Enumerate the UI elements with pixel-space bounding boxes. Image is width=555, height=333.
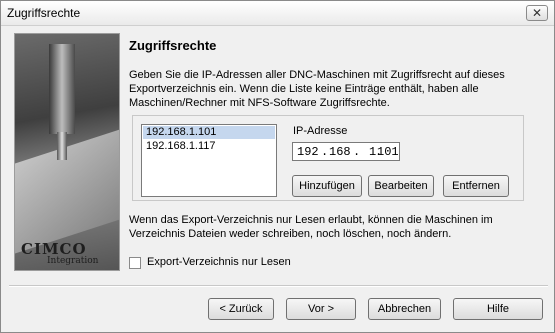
logo-sub-text: Integration [47, 256, 99, 266]
ip-octet-1[interactable]: 192 [297, 145, 319, 159]
ip-list-item[interactable]: 192.168.1.117 [143, 140, 275, 153]
note-line: Verzeichnis Dateien weder schreiben, noc… [129, 228, 452, 240]
note-line: Wenn das Export-Verzeichnis nur Lesen er… [129, 214, 493, 226]
window-title: Zugriffsrechte [7, 6, 81, 20]
wizard-side-image: CIMCO Integration [14, 33, 120, 271]
description-line: Exportverzeichnis ein. Wenn die Liste ke… [129, 83, 479, 95]
close-icon: ✕ [531, 6, 543, 20]
description-line: Maschinen/Rechner mit NFS-Software Zugri… [129, 97, 390, 109]
ip-address-field[interactable]: 192 . 168 . 1 . 101 [292, 142, 400, 161]
cancel-button[interactable]: Abbrechen [368, 298, 441, 320]
ip-list-item-selected[interactable]: 192.168.1.101 [143, 126, 275, 139]
cutting-tool-graphic [57, 132, 67, 160]
page-description: Geben Sie die IP-Adressen aller DNC-Masc… [129, 68, 529, 110]
help-button[interactable]: Hilfe [453, 298, 543, 320]
close-button[interactable]: ✕ [526, 5, 548, 21]
spindle-graphic [49, 44, 75, 134]
footer-divider [9, 285, 548, 287]
title-bar: Zugriffsrechte ✕ [1, 1, 554, 26]
next-button[interactable]: Vor > [286, 298, 356, 320]
cimco-logo: CIMCO Integration [21, 240, 113, 266]
description-line: Geben Sie die IP-Adressen aller DNC-Masc… [129, 69, 505, 81]
wizard-window: Zugriffsrechte ✕ CIMCO Integration Zugri… [0, 0, 555, 333]
ip-address-label: IP-Adresse [293, 125, 348, 137]
readonly-checkbox[interactable] [129, 257, 141, 269]
back-button[interactable]: < Zurück [208, 298, 274, 320]
edit-button[interactable]: Bearbeiten [368, 175, 434, 197]
ip-octet-2[interactable]: 168 [329, 145, 351, 159]
ip-address-list[interactable]: 192.168.1.101 192.168.1.117 [141, 124, 277, 197]
ip-octet-4[interactable]: 101 [377, 145, 399, 159]
ip-dot: . [321, 145, 329, 159]
page-heading: Zugriffsrechte [129, 38, 217, 53]
ip-dot: . [353, 145, 361, 159]
add-button[interactable]: Hinzufügen [292, 175, 362, 197]
remove-button[interactable]: Entfernen [443, 175, 509, 197]
readonly-checkbox-label[interactable]: Export-Verzeichnis nur Lesen [147, 256, 291, 268]
readonly-note: Wenn das Export-Verzeichnis nur Lesen er… [129, 213, 534, 241]
machined-plate-graphic [15, 118, 119, 260]
